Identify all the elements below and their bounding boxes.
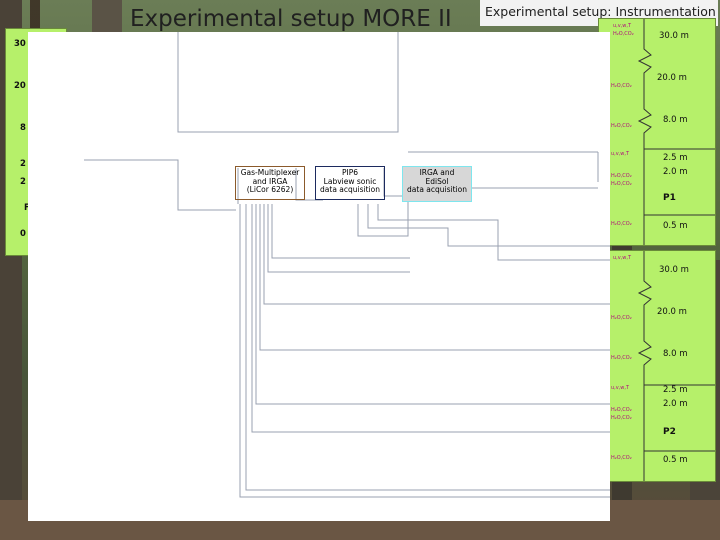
height-label: 2.0 m	[663, 399, 688, 409]
height-label: 2.0 m	[663, 167, 688, 177]
instrumentation-diagram: Gas-Multiplexer and IRGA (LiCor 6262) PI…	[28, 32, 610, 521]
gas-line-3: (LiCor 6262)	[246, 185, 294, 194]
scale-tick: 2	[20, 177, 26, 187]
sensor-label: u,v,w,T	[611, 385, 630, 391]
sensor-label: H₂O,CO₂	[611, 455, 632, 461]
scale-tick: 30	[14, 39, 26, 49]
height-label: 0.5 m	[663, 455, 688, 465]
tower-p1-panel: 30.0 m 20.0 m 8.0 m 2.5 m 2.0 m P1 0.5 m…	[598, 18, 716, 246]
gas-multiplexer-box[interactable]: Gas-Multiplexer and IRGA (LiCor 6262)	[235, 166, 305, 200]
pip-line-3: data acquisition	[320, 185, 380, 194]
sensor-label: u,v,w,T	[613, 23, 632, 29]
sensor-label: H₂O,CO₂	[613, 31, 634, 37]
irga-line-3: data acquisition	[407, 185, 467, 194]
sensor-label: H₂O,CO₂	[611, 355, 632, 361]
height-label: 20.0 m	[657, 307, 687, 317]
scale-tick: 2	[20, 159, 26, 169]
sensor-label: H₂O,CO₂	[611, 123, 632, 129]
sensor-label: H₂O,CO₂	[611, 221, 632, 227]
tower-p2-panel: 30.0 m 20.0 m 8.0 m 2.5 m 2.0 m P2 0.5 m…	[598, 250, 716, 482]
sensor-label: u,v,w,T	[611, 151, 630, 157]
height-label: 0.5 m	[663, 221, 688, 231]
sensor-label: H₂O,CO₂	[611, 407, 632, 413]
scale-tick: 20	[14, 81, 26, 91]
scale-tick: 0	[20, 229, 26, 239]
height-label: 30.0 m	[659, 31, 689, 41]
scale-tick: 8	[20, 123, 26, 133]
tower-label: P2	[663, 427, 676, 437]
sensor-label: H₂O,CO₂	[611, 181, 632, 187]
tower-p2-profile	[637, 251, 715, 481]
height-label: 8.0 m	[663, 349, 688, 359]
slide-title: Experimental setup MORE II	[130, 6, 452, 32]
sensor-label: H₂O,CO₂	[611, 315, 632, 321]
height-label: 2.5 m	[663, 153, 688, 163]
irga-edisol-box[interactable]: IRGA and EdiSol data acquisition	[402, 166, 472, 202]
sensor-label: u,v,w,T	[613, 255, 632, 261]
tower-p1-profile	[637, 19, 715, 245]
height-label: 20.0 m	[657, 73, 687, 83]
sensor-label: H₂O,CO₂	[611, 173, 632, 179]
height-label: 2.5 m	[663, 385, 688, 395]
height-label: 8.0 m	[663, 115, 688, 125]
sensor-label: H₂O,CO₂	[611, 83, 632, 89]
cable-lines	[84, 32, 610, 498]
sensor-label: H₂O,CO₂	[611, 415, 632, 421]
tower-label: P1	[663, 193, 676, 203]
pip6-box[interactable]: PIP6 Labview sonic data acquisition	[315, 166, 385, 200]
height-label: 30.0 m	[659, 265, 689, 275]
